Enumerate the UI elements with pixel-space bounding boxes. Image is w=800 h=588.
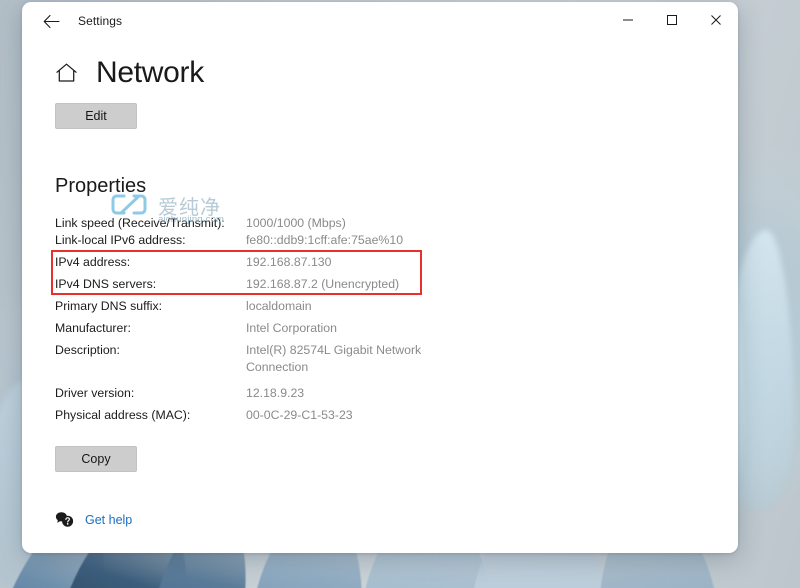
table-row: Manufacturer: Intel Corporation bbox=[55, 320, 485, 337]
home-icon bbox=[56, 63, 77, 82]
table-row: Driver version: 12.18.9.23 bbox=[55, 385, 485, 402]
property-label: Primary DNS suffix: bbox=[55, 299, 163, 313]
property-label: IPv4 DNS servers: bbox=[55, 277, 157, 291]
property-label: Link-local IPv6 address: bbox=[55, 233, 186, 247]
get-help-label: Get help bbox=[85, 512, 133, 527]
maximize-icon bbox=[667, 15, 677, 25]
properties-table: Link speed (Receive/Transmit): 1000/1000… bbox=[51, 215, 485, 424]
table-row: Primary DNS suffix: localdomain bbox=[55, 298, 485, 315]
property-value: Intel Corporation bbox=[246, 321, 337, 335]
property-label: Physical address (MAC): bbox=[55, 408, 191, 422]
property-label: IPv4 address: bbox=[55, 255, 131, 269]
page-header: Network bbox=[55, 54, 738, 92]
close-button[interactable] bbox=[694, 2, 738, 38]
maximize-button[interactable] bbox=[650, 2, 694, 38]
page-content: Network Edit Properties Link speed (Rece… bbox=[22, 40, 738, 472]
row-spacer bbox=[55, 376, 485, 385]
minimize-button[interactable] bbox=[606, 2, 650, 38]
property-value: localdomain bbox=[246, 299, 312, 313]
back-button[interactable] bbox=[34, 6, 68, 36]
minimize-icon bbox=[623, 19, 633, 21]
titlebar-title: Settings bbox=[78, 14, 123, 28]
property-value: fe80::ddb9:1cff:afe:75ae%10 bbox=[246, 233, 404, 247]
page-title: Network bbox=[96, 56, 204, 89]
close-icon bbox=[711, 15, 721, 25]
property-label: Driver version: bbox=[55, 386, 135, 400]
property-value: 00-0C-29-C1-53-23 bbox=[246, 408, 353, 422]
property-label: Manufacturer: bbox=[55, 321, 131, 335]
get-help-link[interactable]: Get help bbox=[55, 511, 132, 528]
property-value: 12.18.9.23 bbox=[246, 386, 305, 400]
back-arrow-icon bbox=[43, 14, 60, 28]
edit-button[interactable]: Edit bbox=[55, 103, 137, 129]
table-row: IPv4 address: 192.168.87.130 bbox=[55, 254, 485, 271]
property-value: 1000/1000 (Mbps) bbox=[246, 216, 346, 230]
property-value: Intel(R) 82574L Gigabit Network Connecti… bbox=[246, 343, 422, 374]
property-label: Description: bbox=[55, 343, 120, 357]
window-controls bbox=[606, 2, 738, 38]
table-row: Link speed (Receive/Transmit): 1000/1000… bbox=[55, 215, 485, 232]
copy-button[interactable]: Copy bbox=[55, 446, 137, 472]
table-row: Link-local IPv6 address: fe80::ddb9:1cff… bbox=[55, 232, 485, 249]
window-titlebar: Settings bbox=[22, 2, 738, 40]
settings-window: Settings Network Edit Properties Link sp… bbox=[22, 2, 738, 553]
property-value: 192.168.87.130 bbox=[246, 255, 332, 269]
table-row: Description: Intel(R) 82574L Gigabit Net… bbox=[55, 342, 485, 376]
property-label: Link speed (Receive/Transmit): bbox=[55, 216, 225, 230]
properties-heading: Properties bbox=[55, 175, 147, 197]
table-row: Physical address (MAC): 00-0C-29-C1-53-2… bbox=[55, 407, 485, 424]
help-chat-icon bbox=[55, 512, 74, 527]
table-row: IPv4 DNS servers: 192.168.87.2 (Unencryp… bbox=[55, 276, 485, 293]
property-value: 192.168.87.2 (Unencrypted) bbox=[246, 277, 400, 291]
